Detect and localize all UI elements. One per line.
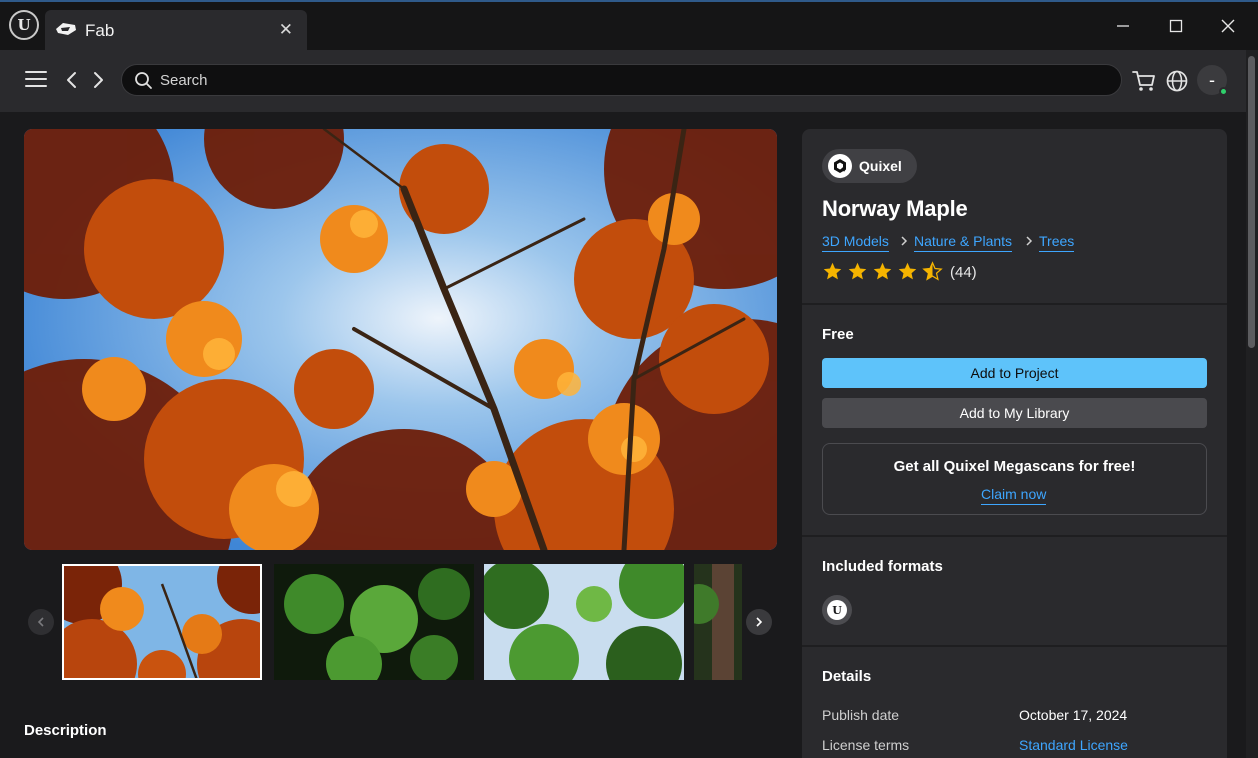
breadcrumb-trees[interactable]: Trees — [1039, 233, 1075, 252]
chevron-right-icon — [1026, 236, 1033, 246]
add-to-library-button[interactable]: Add to My Library — [822, 398, 1207, 428]
close-icon[interactable] — [1214, 12, 1242, 40]
title-bar: U Fab ✕ — [0, 0, 1258, 50]
star-full-icon — [898, 262, 917, 280]
online-status-dot — [1219, 87, 1228, 96]
product-page: Description Quixel Norway Maple 3D Model… — [0, 112, 1246, 758]
title-bar-accent-line — [0, 0, 1258, 2]
star-full-icon — [848, 262, 867, 280]
tab-close-icon[interactable]: ✕ — [279, 20, 293, 40]
nav-bar: - — [0, 50, 1246, 112]
thumbnail-1[interactable] — [62, 564, 262, 680]
fab-logo-icon — [56, 23, 76, 35]
divider — [802, 303, 1227, 305]
promo-text: Get all Quixel Megascans for free! — [893, 458, 1136, 475]
publisher-chip[interactable]: Quixel — [822, 149, 917, 183]
publish-date-value: October 17, 2024 — [1019, 707, 1128, 723]
included-formats-heading: Included formats — [822, 558, 943, 575]
add-to-project-button[interactable]: Add to Project — [822, 358, 1207, 388]
divider — [802, 535, 1227, 537]
claim-now-link[interactable]: Claim now — [981, 486, 1047, 505]
search-input[interactable] — [160, 69, 1100, 91]
gallery-prev-button[interactable] — [28, 609, 54, 635]
asset-title: Norway Maple — [822, 196, 968, 221]
publisher-name: Quixel — [859, 158, 902, 174]
quixel-logo-icon — [828, 154, 852, 178]
publish-date-label: Publish date — [822, 707, 900, 723]
back-arrow-icon[interactable] — [64, 70, 80, 90]
star-half-icon — [922, 261, 943, 281]
forward-arrow-icon[interactable] — [90, 70, 106, 90]
avatar-initial: - — [1209, 69, 1215, 90]
unreal-engine-format-icon[interactable]: U — [822, 595, 852, 625]
breadcrumb-3d-models[interactable]: 3D Models — [822, 233, 889, 252]
thumbnail-4[interactable] — [694, 564, 742, 680]
breadcrumb-nature-plants[interactable]: Nature & Plants — [914, 233, 1013, 252]
thumbnail-3[interactable] — [484, 564, 684, 680]
search-icon — [135, 72, 152, 89]
divider — [802, 645, 1227, 647]
cart-icon[interactable] — [1131, 68, 1157, 94]
minimize-icon[interactable] — [1109, 12, 1137, 40]
license-terms-link[interactable]: Standard License — [1019, 737, 1128, 753]
thumbnail-strip — [62, 564, 742, 680]
product-sidebar: Quixel Norway Maple 3D Models Nature & P… — [802, 129, 1227, 758]
scrollbar-thumb[interactable] — [1248, 56, 1255, 348]
license-terms-label: License terms — [822, 737, 910, 753]
hero-image[interactable] — [24, 129, 777, 550]
hamburger-menu-icon[interactable] — [25, 71, 47, 89]
maximize-icon[interactable] — [1162, 12, 1190, 40]
megascans-promo: Get all Quixel Megascans for free! Claim… — [822, 443, 1207, 515]
tab-title: Fab — [85, 21, 115, 40]
star-full-icon — [873, 262, 892, 280]
avatar[interactable]: - — [1197, 65, 1228, 96]
price-label: Free — [822, 326, 854, 343]
search-bar[interactable] — [121, 64, 1122, 96]
star-full-icon — [823, 262, 842, 280]
details-heading: Details — [822, 668, 872, 685]
chevron-right-icon — [901, 236, 908, 246]
rating-count: (44) — [950, 264, 977, 281]
chevron-right-icon — [756, 617, 763, 627]
tab-fab[interactable]: Fab ✕ — [45, 10, 307, 50]
gallery-next-button[interactable] — [746, 609, 772, 635]
thumbnail-2[interactable] — [274, 564, 474, 680]
chevron-left-icon — [37, 617, 44, 627]
unreal-engine-logo-icon[interactable]: U — [9, 10, 39, 40]
description-heading: Description — [24, 722, 107, 739]
globe-icon[interactable] — [1164, 68, 1190, 94]
